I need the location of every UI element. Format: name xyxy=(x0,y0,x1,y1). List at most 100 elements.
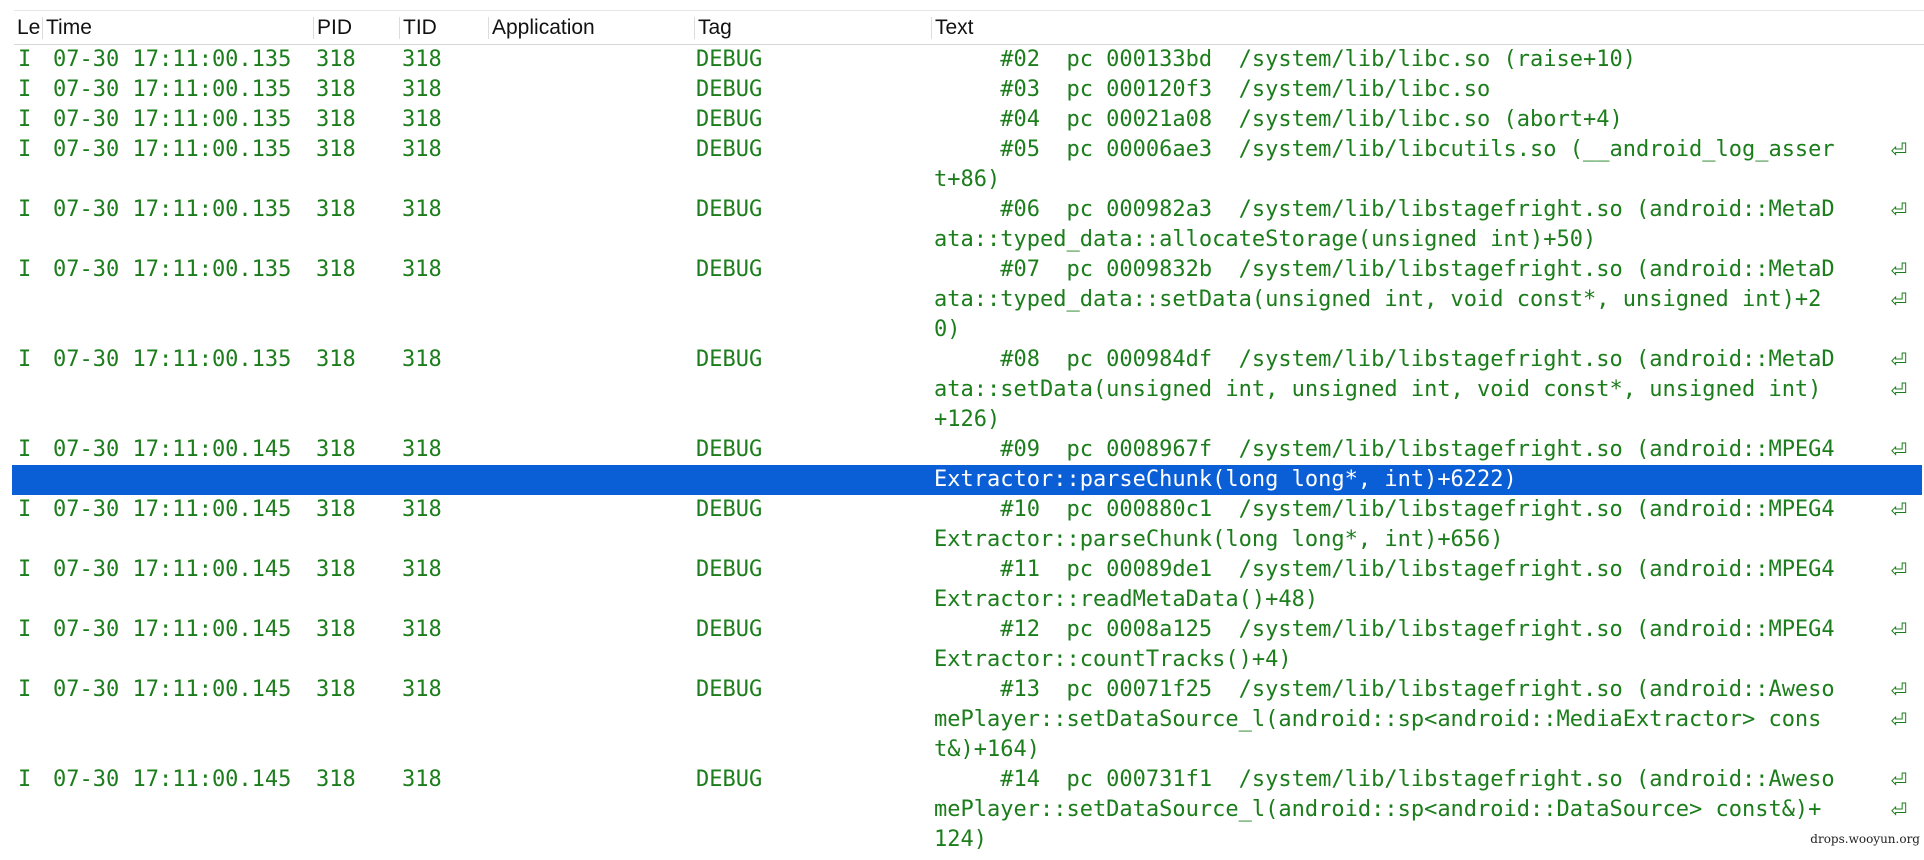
log-row[interactable]: I 07-30 17:11:00.145 318 318 DEBUG #09 pc 00… xyxy=(12,435,1924,495)
log-time: 07-30 17:11:00.135 xyxy=(53,137,292,162)
log-row[interactable]: I 07-30 17:11:00.135 318 318 DEBUG #02 pc 00… xyxy=(14,45,1924,75)
log-level: I xyxy=(18,497,32,522)
log-tag: DEBUG xyxy=(696,137,763,162)
log-message-line: +126) xyxy=(934,407,1001,432)
column-header-level[interactable]: Le xyxy=(14,15,42,41)
log-message-line: ata::setData(unsigned int, unsigned int,… xyxy=(934,377,1822,402)
log-tid: 318 xyxy=(402,47,442,72)
log-level: I xyxy=(18,677,32,702)
log-pid: 318 xyxy=(316,437,356,462)
log-row[interactable]: I 07-30 17:11:00.135 318 318 DEBUG #07 pc 00… xyxy=(14,255,1924,345)
watermark: drops.wooyun.org xyxy=(1810,832,1920,846)
log-message: #11 pc 00089de1 /system/lib/libstagefrig… xyxy=(934,555,1894,615)
log-level: I xyxy=(18,107,32,132)
log-tag: DEBUG xyxy=(696,47,763,72)
log-message: #09 pc 0008967f /system/lib/libstagefrig… xyxy=(934,435,1894,495)
log-message: #08 pc 000984df /system/lib/libstagefrig… xyxy=(934,345,1894,435)
log-message-line: #04 pc 00021a08 /system/lib/libc.so (abo… xyxy=(934,107,1623,132)
log-time: 07-30 17:11:00.145 xyxy=(53,767,292,792)
log-pid: 318 xyxy=(316,47,356,72)
log-time: 07-30 17:11:00.135 xyxy=(53,347,292,372)
log-message: #13 pc 00071f25 /system/lib/libstagefrig… xyxy=(934,675,1894,765)
line-wrap-icon: ⏎ xyxy=(1890,258,1908,282)
log-message-line: #10 pc 000880c1 /system/lib/libstagefrig… xyxy=(934,497,1835,522)
log-pid: 318 xyxy=(316,617,356,642)
line-wrap-icon: ⏎ xyxy=(1890,618,1908,642)
log-time: 07-30 17:11:00.135 xyxy=(53,77,292,102)
log-row[interactable]: I 07-30 17:11:00.145 318 318 DEBUG #12 pc 00… xyxy=(14,615,1924,675)
log-message: #05 pc 00006ae3 /system/lib/libcutils.so… xyxy=(934,135,1894,195)
log-pid: 318 xyxy=(316,257,356,282)
log-message-line: mePlayer::setDataSource_l(android::sp<an… xyxy=(934,797,1822,822)
column-header-tag[interactable]: Tag xyxy=(695,15,931,41)
line-wrap-icon: ⏎ xyxy=(1890,198,1908,222)
log-level: I xyxy=(18,257,32,282)
logcat-view: Le Time PID TID Application Tag Text I 07… xyxy=(12,10,1924,855)
line-wrap-icon: ⏎ xyxy=(1890,438,1908,462)
log-message-line: #13 pc 00071f25 /system/lib/libstagefrig… xyxy=(934,677,1835,702)
log-pid: 318 xyxy=(316,137,356,162)
log-time: 07-30 17:11:00.145 xyxy=(53,557,292,582)
log-pid: 318 xyxy=(316,767,356,792)
log-time: 07-30 17:11:00.145 xyxy=(53,617,292,642)
line-wrap-icon: ⏎ xyxy=(1890,708,1908,732)
log-tag: DEBUG xyxy=(696,617,763,642)
log-message-line: #11 pc 00089de1 /system/lib/libstagefrig… xyxy=(934,557,1835,582)
log-message: #14 pc 000731f1 /system/lib/libstagefrig… xyxy=(934,765,1894,855)
line-wrap-icon: ⏎ xyxy=(1890,348,1908,372)
log-time: 07-30 17:11:00.135 xyxy=(53,257,292,282)
log-tid: 318 xyxy=(402,767,442,792)
log-tag: DEBUG xyxy=(696,257,763,282)
log-tid: 318 xyxy=(402,437,442,462)
log-row[interactable]: I 07-30 17:11:00.135 318 318 DEBUG #06 pc 00… xyxy=(14,195,1924,255)
log-message-line: Extractor::readMetaData()+48) xyxy=(934,587,1319,612)
log-pid: 318 xyxy=(316,197,356,222)
log-tag: DEBUG xyxy=(696,557,763,582)
log-time: 07-30 17:11:00.145 xyxy=(53,677,292,702)
log-message: #02 pc 000133bd /system/lib/libc.so (rai… xyxy=(934,45,1894,75)
log-message: #03 pc 000120f3 /system/lib/libc.so xyxy=(934,75,1894,105)
log-message-line: #08 pc 000984df /system/lib/libstagefrig… xyxy=(934,347,1835,372)
log-message-line: #07 pc 0009832b /system/lib/libstagefrig… xyxy=(934,257,1835,282)
log-message-line: 124) xyxy=(934,827,987,852)
log-level: I xyxy=(18,197,32,222)
log-level: I xyxy=(18,77,32,102)
log-tid: 318 xyxy=(402,257,442,282)
log-level: I xyxy=(18,347,32,372)
log-tid: 318 xyxy=(402,77,442,102)
column-header-text[interactable]: Text xyxy=(932,15,1922,41)
log-level: I xyxy=(18,767,32,792)
line-wrap-icon: ⏎ xyxy=(1890,378,1908,402)
log-row[interactable]: I 07-30 17:11:00.145 318 318 DEBUG #14 pc 00… xyxy=(14,765,1924,855)
log-row[interactable]: I 07-30 17:11:00.135 318 318 DEBUG #08 pc 00… xyxy=(14,345,1924,435)
column-header-application[interactable]: Application xyxy=(489,15,694,41)
log-level: I xyxy=(18,437,32,462)
log-message-line: #12 pc 0008a125 /system/lib/libstagefrig… xyxy=(934,617,1835,642)
column-header-tid[interactable]: TID xyxy=(400,15,488,41)
log-message-line: #03 pc 000120f3 /system/lib/libc.so xyxy=(934,77,1491,102)
log-tid: 318 xyxy=(402,347,442,372)
log-tag: DEBUG xyxy=(696,107,763,132)
line-wrap-icon: ⏎ xyxy=(1890,678,1908,702)
log-message-line: t+86) xyxy=(934,167,1001,192)
log-message-line: 0) xyxy=(934,317,961,342)
log-message-line: t&)+164) xyxy=(934,737,1040,762)
log-row[interactable]: I 07-30 17:11:00.145 318 318 DEBUG #13 pc 00… xyxy=(14,675,1924,765)
log-row[interactable]: I 07-30 17:11:00.135 318 318 DEBUG #05 pc 00… xyxy=(14,135,1924,195)
log-message-line: #05 pc 00006ae3 /system/lib/libcutils.so… xyxy=(934,137,1835,162)
log-tid: 318 xyxy=(402,137,442,162)
log-tag: DEBUG xyxy=(696,677,763,702)
log-tid: 318 xyxy=(402,557,442,582)
log-row[interactable]: I 07-30 17:11:00.135 318 318 DEBUG #04 pc 00… xyxy=(14,105,1924,135)
column-header-pid[interactable]: PID xyxy=(314,15,399,41)
log-message-line: Extractor::countTracks()+4) xyxy=(934,647,1292,672)
log-row[interactable]: I 07-30 17:11:00.145 318 318 DEBUG #11 pc 00… xyxy=(14,555,1924,615)
log-message-line: Extractor::parseChunk(long long*, int)+6… xyxy=(934,467,1517,492)
log-message: #07 pc 0009832b /system/lib/libstagefrig… xyxy=(934,255,1894,345)
log-pid: 318 xyxy=(316,557,356,582)
log-row[interactable]: I 07-30 17:11:00.145 318 318 DEBUG #10 pc 00… xyxy=(14,495,1924,555)
column-header-time[interactable]: Time xyxy=(43,15,313,41)
log-tid: 318 xyxy=(402,617,442,642)
log-pid: 318 xyxy=(316,77,356,102)
log-row[interactable]: I 07-30 17:11:00.135 318 318 DEBUG #03 pc 00… xyxy=(14,75,1924,105)
